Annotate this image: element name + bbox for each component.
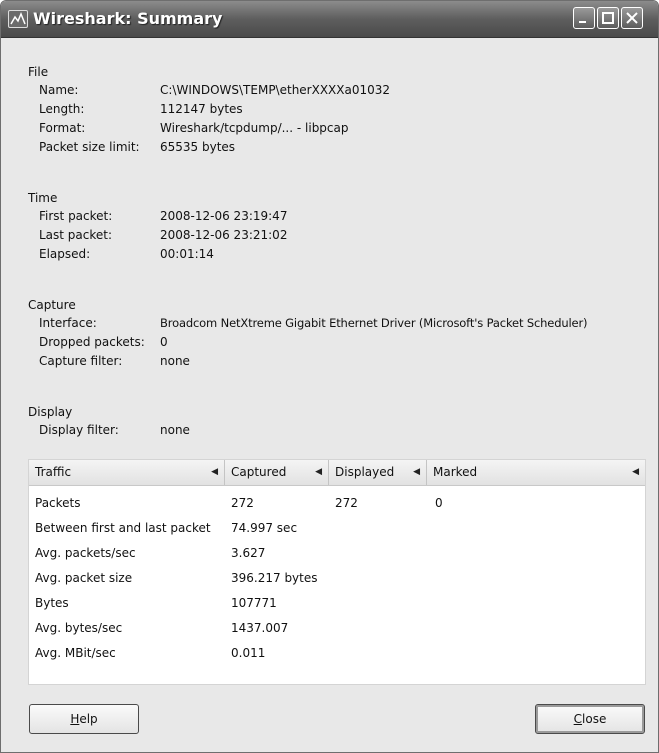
file-name-value: C:\WINDOWS\TEMP\etherXXXXa01032: [160, 83, 391, 97]
row-name: Bytes: [35, 596, 69, 610]
first-packet-value: 2008-12-06 23:19:47: [160, 209, 288, 223]
table-row[interactable]: Bytes 107771: [29, 591, 645, 615]
close-mnemonic: C: [573, 712, 583, 726]
sort-arrow-icon: ◀: [632, 467, 639, 477]
file-format-label: Format:: [39, 121, 86, 135]
capture-filter-label: Capture filter:: [39, 354, 123, 368]
dropped-packets-row: Dropped packets: 0: [28, 333, 168, 352]
file-section: File Name: C:\WINDOWS\TEMP\etherXXXXa010…: [28, 63, 390, 157]
packet-size-limit-label: Packet size limit:: [39, 140, 140, 154]
file-length-value: 112147 bytes: [160, 102, 243, 116]
column-traffic-label: Traffic: [35, 465, 72, 479]
row-name: Avg. MBit/sec: [35, 646, 116, 660]
display-heading: Display: [28, 405, 73, 419]
first-packet-row: First packet: 2008-12-06 23:19:47: [28, 207, 287, 226]
elapsed-row: Elapsed: 00:01:14: [28, 245, 214, 264]
dropped-packets-label: Dropped packets:: [39, 335, 145, 349]
table-row[interactable]: Avg. packets/sec 3.627: [29, 541, 645, 565]
row-marked: 0: [435, 496, 443, 510]
row-displayed: 272: [335, 496, 358, 510]
minimize-button[interactable]: [573, 7, 595, 29]
sort-arrow-icon: ◀: [413, 467, 420, 477]
column-header-captured[interactable]: Captured ◀: [225, 460, 329, 485]
row-name: Packets: [35, 496, 81, 510]
table-row[interactable]: Avg. packet size 396.217 bytes: [29, 566, 645, 590]
traffic-table: Traffic ◀ Captured ◀ Displayed ◀ Marked …: [28, 459, 646, 685]
time-section: Time First packet: 2008-12-06 23:19:47 L…: [28, 189, 287, 264]
column-displayed-label: Displayed: [335, 465, 395, 479]
row-captured: 3.627: [231, 546, 266, 560]
table-row[interactable]: Between first and last packet 74.997 sec: [29, 516, 645, 540]
last-packet-value: 2008-12-06 23:21:02: [160, 228, 288, 242]
packet-size-limit-row: Packet size limit: 65535 bytes: [28, 138, 235, 157]
table-row[interactable]: Avg. MBit/sec 0.011: [29, 641, 645, 665]
window-title: Wireshark: Summary: [33, 9, 223, 28]
first-packet-label: First packet:: [39, 209, 113, 223]
last-packet-label: Last packet:: [39, 228, 113, 242]
sort-arrow-icon: ◀: [315, 467, 322, 477]
sort-arrow-icon: ◀: [211, 467, 218, 477]
file-heading: File: [28, 65, 49, 79]
row-name: Avg. bytes/sec: [35, 621, 123, 635]
display-filter-row: Display filter: none: [28, 421, 190, 440]
file-format-value: Wireshark/tcpdump/... - libpcap: [160, 121, 349, 135]
column-header-displayed[interactable]: Displayed ◀: [329, 460, 427, 485]
file-length-row: Length: 112147 bytes: [28, 100, 243, 119]
minimize-icon: [579, 21, 586, 23]
capture-filter-row: Capture filter: none: [28, 352, 190, 371]
column-marked-label: Marked: [433, 465, 478, 479]
file-name-row: Name: C:\WINDOWS\TEMP\etherXXXXa01032: [28, 81, 390, 100]
close-window-button[interactable]: [621, 7, 643, 29]
table-row[interactable]: Avg. bytes/sec 1437.007: [29, 616, 645, 640]
row-captured: 74.997 sec: [231, 521, 298, 535]
title-bar[interactable]: Wireshark: Summary: [1, 1, 658, 38]
traffic-table-header: Traffic ◀ Captured ◀ Displayed ◀ Marked …: [29, 460, 645, 486]
display-filter-label: Display filter:: [39, 423, 119, 437]
interface-row: Interface: Broadcom NetXtreme Gigabit Et…: [28, 314, 588, 333]
maximize-button[interactable]: [597, 7, 619, 29]
elapsed-label: Elapsed:: [39, 247, 91, 261]
column-header-traffic[interactable]: Traffic ◀: [29, 460, 225, 485]
last-packet-row: Last packet: 2008-12-06 23:21:02: [28, 226, 287, 245]
help-button[interactable]: Help: [29, 704, 139, 734]
capture-filter-value: none: [160, 354, 190, 368]
display-filter-value: none: [160, 423, 190, 437]
interface-label: Interface:: [39, 316, 97, 330]
close-label-rest: lose: [582, 712, 607, 726]
capture-heading: Capture: [28, 298, 76, 312]
row-captured: 107771: [231, 596, 277, 610]
file-name-label: Name:: [39, 83, 79, 97]
summary-dialog: Wireshark: Summary File Name: C:\WINDOWS…: [0, 0, 659, 753]
time-heading: Time: [28, 191, 58, 205]
row-name: Avg. packet size: [35, 571, 133, 585]
packet-size-limit-value: 65535 bytes: [160, 140, 236, 154]
interface-value: Broadcom NetXtreme Gigabit Ethernet Driv…: [160, 316, 588, 330]
file-format-row: Format: Wireshark/tcpdump/... - libpcap: [28, 119, 349, 138]
dropped-packets-value: 0: [160, 335, 168, 349]
row-captured: 272: [231, 496, 254, 510]
table-row[interactable]: Packets 272 272 0: [29, 491, 645, 515]
row-captured: 396.217 bytes: [231, 571, 318, 585]
close-icon: [626, 12, 638, 24]
help-label-rest: elp: [79, 712, 98, 726]
column-header-marked[interactable]: Marked ◀: [427, 460, 645, 485]
close-button[interactable]: Close: [535, 704, 645, 734]
row-captured: 1437.007: [231, 621, 289, 635]
row-name: Avg. packets/sec: [35, 546, 136, 560]
help-mnemonic: H: [70, 712, 80, 726]
wireshark-app-icon: [8, 10, 28, 28]
row-captured: 0.011: [231, 646, 266, 660]
row-name: Between first and last packet: [35, 521, 211, 535]
column-captured-label: Captured: [231, 465, 287, 479]
display-section: Display Display filter: none: [28, 403, 190, 440]
capture-section: Capture Interface: Broadcom NetXtreme Gi…: [28, 296, 588, 371]
file-length-label: Length:: [39, 102, 85, 116]
maximize-icon: [602, 12, 614, 24]
elapsed-value: 00:01:14: [160, 247, 214, 261]
